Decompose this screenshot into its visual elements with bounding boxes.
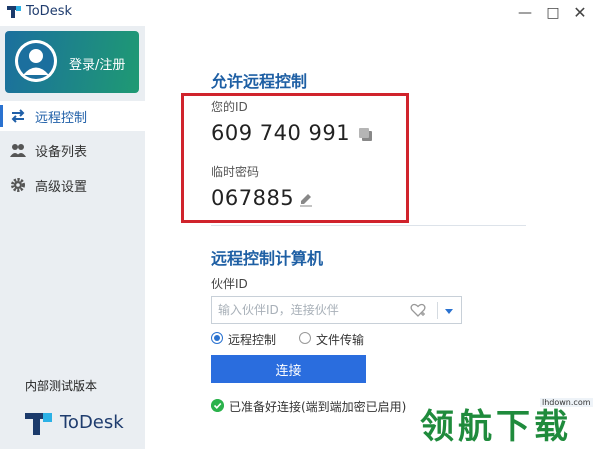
allow-remote-title: 允许远程控制: [211, 72, 308, 91]
sidebar-item-advanced-settings[interactable]: 高级设置: [0, 170, 145, 200]
radio-label: 文件传输: [316, 333, 365, 347]
sidebar-item-device-list[interactable]: 设备列表: [0, 135, 145, 165]
temp-password-label: 临时密码: [211, 165, 260, 179]
title-bar: ToDesk — □ ✕: [0, 0, 600, 26]
check-circle-icon: [211, 399, 224, 412]
partner-id-field[interactable]: [211, 296, 462, 324]
todesk-logo-icon: [7, 6, 21, 18]
main-panel: 允许远程控制 您的ID 609 740 991 临时密码 067885 远程控制…: [145, 26, 600, 449]
brand-logo: ToDesk: [24, 408, 134, 438]
todesk-brand-icon: [25, 413, 52, 435]
radio-label: 远程控制: [228, 333, 277, 347]
watermark-text: 领航下载: [420, 407, 572, 447]
partner-id-input[interactable]: [212, 297, 408, 323]
sidebar: 登录/注册 远程控制 设备列表 高级设置 内部测试版本 ToDesk: [0, 26, 145, 449]
partner-id-label: 伙伴ID: [211, 277, 248, 291]
temp-password-value: 067885: [211, 186, 295, 210]
gear-icon: [11, 178, 25, 192]
pencil-icon[interactable]: [298, 191, 314, 207]
dropdown-arrow-icon[interactable]: [443, 305, 455, 317]
avatar: [15, 40, 57, 82]
login-register-label: 登录/注册: [69, 58, 126, 73]
sidebar-item-label: 高级设置: [35, 180, 88, 195]
copy-icon[interactable]: [358, 127, 374, 143]
maximize-button[interactable]: □: [541, 3, 565, 23]
sidebar-item-remote-control[interactable]: 远程控制: [0, 101, 145, 131]
version-label: 内部测试版本: [25, 379, 98, 393]
swap-arrows-icon: [11, 109, 25, 123]
your-id-value: 609 740 991: [211, 121, 351, 145]
input-separator: [437, 302, 438, 319]
window-title: ToDesk: [26, 4, 72, 19]
sidebar-item-label: 设备列表: [35, 145, 88, 160]
login-card[interactable]: 登录/注册: [5, 31, 139, 93]
watermark-url: lhdown.com: [540, 398, 593, 407]
close-button[interactable]: ✕: [568, 3, 592, 23]
control-computer-title: 远程控制计算机: [211, 249, 324, 268]
section-divider: [211, 225, 526, 226]
your-id-label: 您的ID: [211, 100, 248, 114]
user-avatar-icon: [15, 40, 57, 82]
status-text: 已准备好连接(端到端加密已启用): [229, 400, 407, 414]
users-icon: [10, 144, 26, 157]
brand-name: ToDesk: [60, 412, 124, 433]
sidebar-item-label: 远程控制: [35, 111, 88, 126]
radio-dot[interactable]: [211, 332, 223, 344]
minimize-button[interactable]: —: [513, 3, 537, 23]
radio-dot[interactable]: [299, 332, 311, 344]
connect-button[interactable]: 连接: [211, 355, 366, 383]
favorite-heart-icon[interactable]: [410, 302, 426, 318]
